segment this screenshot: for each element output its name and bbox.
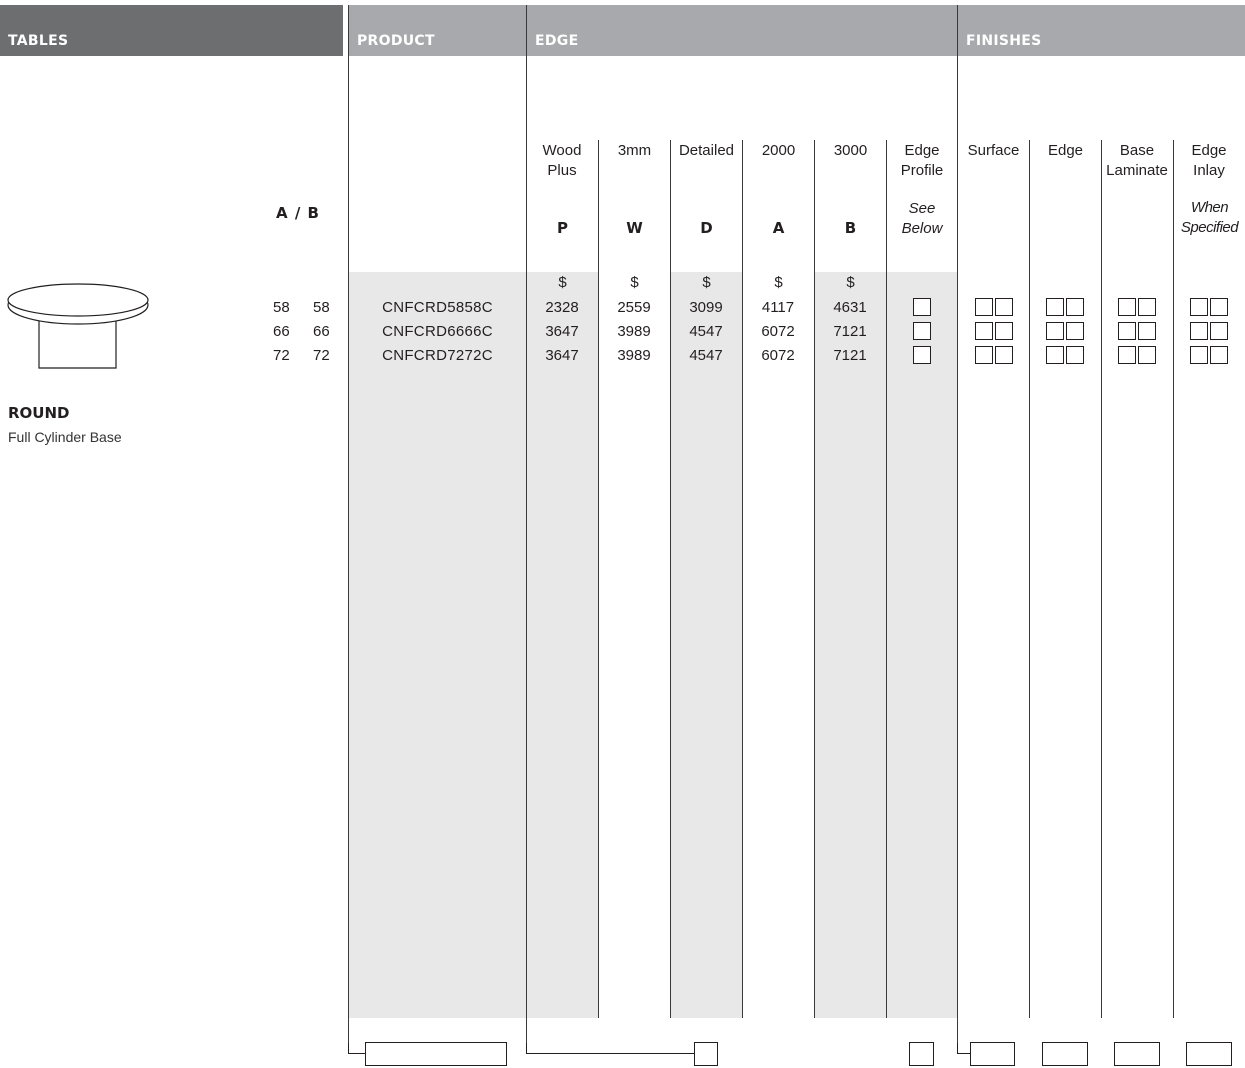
edge-profile-order-field[interactable] (909, 1042, 934, 1066)
order-connector-lines (348, 1043, 970, 1054)
surface-order-field[interactable] (970, 1042, 1015, 1066)
finish-edge-order-field[interactable] (1042, 1042, 1088, 1066)
base-laminate-order-field[interactable] (1114, 1042, 1160, 1066)
product-order-field[interactable] (365, 1042, 507, 1066)
edge-order-field[interactable] (694, 1042, 718, 1066)
edge-inlay-order-field[interactable] (1186, 1042, 1232, 1066)
